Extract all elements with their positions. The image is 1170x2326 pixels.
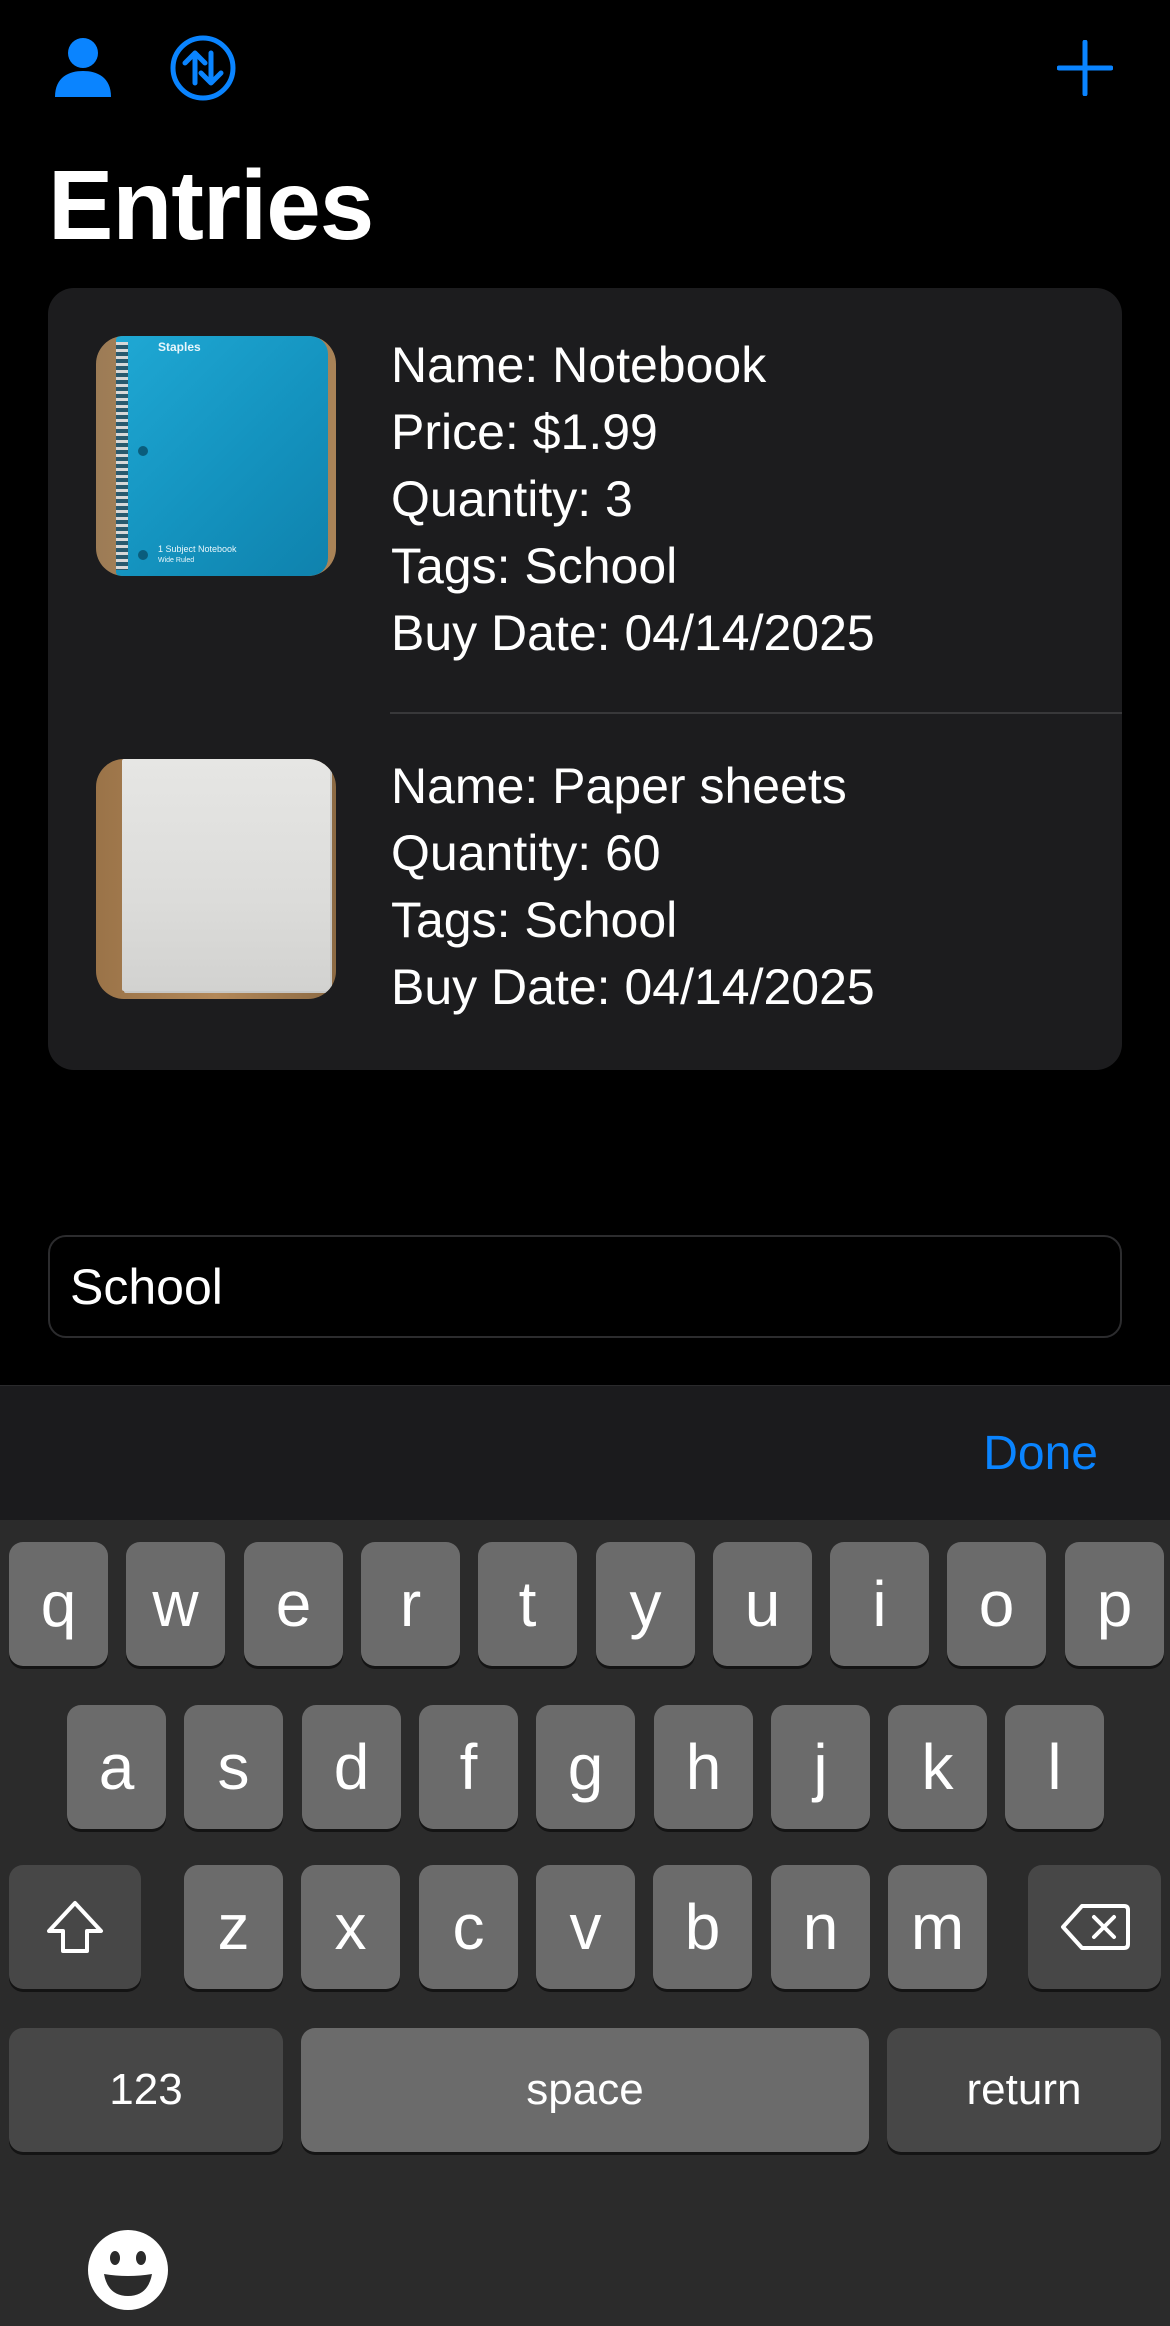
key-s[interactable]: s: [184, 1705, 283, 1829]
key-l[interactable]: l: [1005, 1705, 1104, 1829]
key-p[interactable]: p: [1065, 1542, 1164, 1666]
key-r[interactable]: r: [361, 1542, 460, 1666]
shift-key[interactable]: [9, 1865, 141, 1989]
key-j[interactable]: j: [771, 1705, 870, 1829]
key-k[interactable]: k: [888, 1705, 987, 1829]
space-key[interactable]: space: [301, 2028, 869, 2152]
key-m[interactable]: m: [888, 1865, 987, 1989]
key-o[interactable]: o: [947, 1542, 1046, 1666]
delete-backward-icon: [1060, 1904, 1130, 1950]
entry-row-paper-sheets[interactable]: Name: Paper sheets Quantity: 60 Tags: Sc…: [48, 713, 1122, 1070]
key-z[interactable]: z: [184, 1865, 283, 1989]
entry-row-notebook[interactable]: Staples 1 Subject Notebook Wide Ruled Na…: [48, 288, 1122, 712]
numbers-key[interactable]: 123: [9, 2028, 283, 2152]
page-title: Entries: [48, 150, 374, 260]
entry-name: Name: Paper sheets: [391, 758, 847, 814]
entries-list: Staples 1 Subject Notebook Wide Ruled Na…: [48, 288, 1122, 1070]
key-w[interactable]: w: [126, 1542, 225, 1666]
key-y[interactable]: y: [596, 1542, 695, 1666]
key-g[interactable]: g: [536, 1705, 635, 1829]
entry-tags: Tags: School: [391, 538, 678, 594]
key-f[interactable]: f: [419, 1705, 518, 1829]
sort-button[interactable]: [160, 25, 246, 111]
key-e[interactable]: e: [244, 1542, 343, 1666]
search-field[interactable]: [48, 1235, 1122, 1338]
entry-thumbnail: Staples 1 Subject Notebook Wide Ruled: [96, 336, 336, 576]
search-input[interactable]: [70, 1237, 1090, 1336]
key-a[interactable]: a: [67, 1705, 166, 1829]
key-t[interactable]: t: [478, 1542, 577, 1666]
key-b[interactable]: b: [653, 1865, 752, 1989]
shift-icon: [47, 1901, 103, 1953]
profile-button[interactable]: [40, 25, 126, 111]
key-u[interactable]: u: [713, 1542, 812, 1666]
entry-buy-date: Buy Date: 04/14/2025: [391, 959, 875, 1015]
notebook-label-text: 1 Subject Notebook Wide Ruled: [158, 544, 237, 564]
entry-details: Name: Notebook Price: $1.99 Quantity: 3 …: [391, 332, 875, 667]
key-h[interactable]: h: [654, 1705, 753, 1829]
key-d[interactable]: d: [302, 1705, 401, 1829]
emoji-button[interactable]: [88, 2230, 168, 2310]
delete-key[interactable]: [1028, 1865, 1161, 1989]
done-button[interactable]: Done: [983, 1424, 1098, 1484]
arrow-up-arrow-down-circle-icon: [170, 35, 236, 101]
entry-details: Name: Paper sheets Quantity: 60 Tags: Sc…: [391, 753, 875, 1021]
entry-quantity: Quantity: 60: [391, 825, 661, 881]
key-q[interactable]: q: [9, 1542, 108, 1666]
entry-thumbnail: [96, 759, 336, 999]
entry-quantity: Quantity: 3: [391, 471, 633, 527]
emoji-icon: [88, 2230, 168, 2310]
add-entry-button[interactable]: [1042, 25, 1128, 111]
entry-name: Name: Notebook: [391, 337, 767, 393]
notebook-brand-text: Staples: [158, 340, 201, 354]
return-key[interactable]: return: [887, 2028, 1161, 2152]
key-x[interactable]: x: [301, 1865, 400, 1989]
entry-buy-date: Buy Date: 04/14/2025: [391, 605, 875, 661]
keyboard-toolbar: Done: [0, 1385, 1170, 1520]
plus-icon: [1057, 40, 1113, 96]
person-icon: [55, 38, 111, 97]
entry-price: Price: $1.99: [391, 404, 658, 460]
key-n[interactable]: n: [771, 1865, 870, 1989]
key-i[interactable]: i: [830, 1542, 929, 1666]
key-v[interactable]: v: [536, 1865, 635, 1989]
key-c[interactable]: c: [419, 1865, 518, 1989]
entry-tags: Tags: School: [391, 892, 678, 948]
